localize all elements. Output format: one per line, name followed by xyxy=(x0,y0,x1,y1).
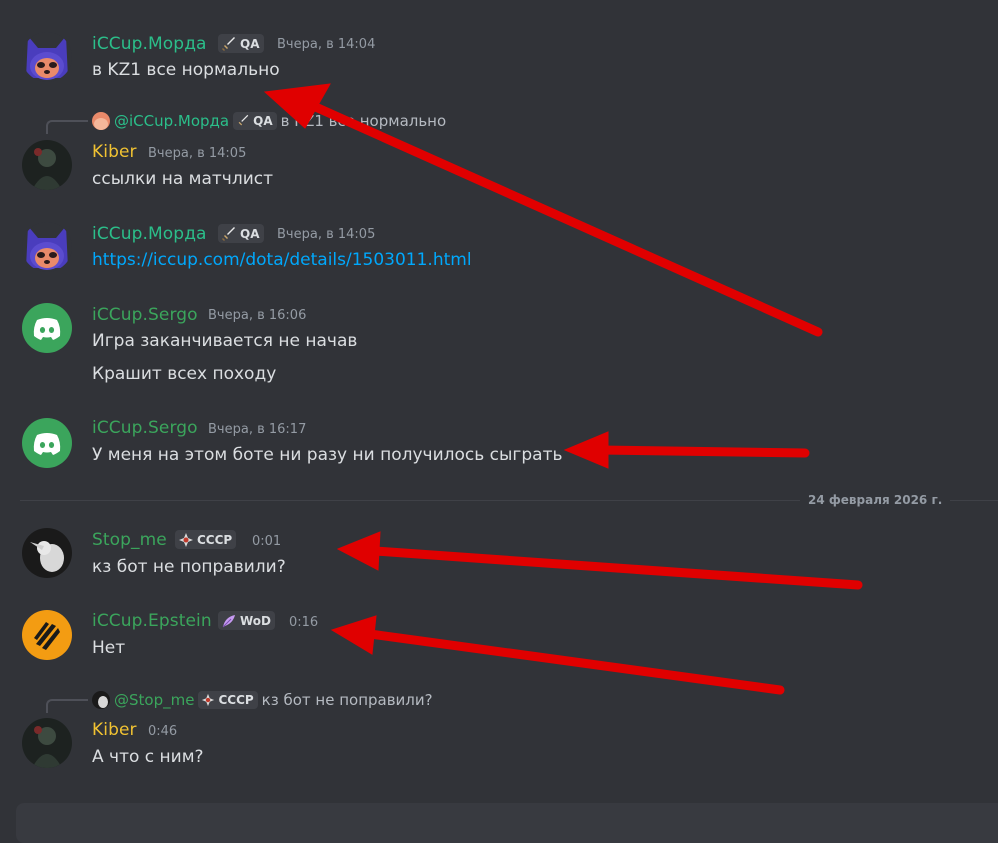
message-text: У меня на этом боте ни разу ни получилос… xyxy=(92,445,563,465)
feather-icon xyxy=(222,614,235,627)
annotation-arrow-head xyxy=(563,431,609,469)
author-name[interactable]: Stop_me xyxy=(92,530,167,550)
reply-avatar xyxy=(92,112,110,130)
reply-role-tag: QA xyxy=(233,112,277,130)
annotation-arrow-head xyxy=(336,531,381,571)
author-name[interactable]: Kiber xyxy=(92,720,137,740)
reply-role-tag: СССР xyxy=(198,691,258,709)
date-divider-label: 24 февраля 2026 г. xyxy=(800,493,951,507)
timestamp: Вчера, в 14:05 xyxy=(277,227,376,242)
message-link[interactable]: https://iccup.com/dota/details/1503011.h… xyxy=(92,250,472,270)
reply-text: в KZ1 все нормально xyxy=(280,112,447,130)
avatar-raccoon[interactable] xyxy=(22,32,72,82)
timestamp: 0:46 xyxy=(148,724,178,739)
annotation-arrow xyxy=(595,445,810,458)
role-tag-label: WoD xyxy=(240,613,272,628)
star-emblem-icon xyxy=(202,693,215,707)
message-text: ссылки на матчлист xyxy=(92,169,273,189)
raccoon-icon xyxy=(22,222,72,272)
avatar-raccoon[interactable] xyxy=(22,222,72,272)
message-text: Нет xyxy=(92,638,126,658)
message-text: А что с ним? xyxy=(92,747,204,767)
reply-preview[interactable]: @Stop_me СССР кз бот не поправили? xyxy=(92,691,433,709)
reply-author[interactable]: @Stop_me xyxy=(114,691,194,709)
reply-text: кз бот не поправили? xyxy=(261,691,433,709)
reply-avatar xyxy=(92,691,110,709)
timestamp: Вчера, в 14:05 xyxy=(148,146,247,161)
avatar-kiber[interactable] xyxy=(22,140,72,190)
annotation-arrow xyxy=(295,95,823,337)
role-tag[interactable]: QA xyxy=(218,224,264,243)
author-name[interactable]: iCCup.Epstein xyxy=(92,611,212,631)
author-name[interactable]: iCCup.Sergo xyxy=(92,418,198,438)
avatar-stop-me[interactable] xyxy=(22,528,72,578)
reply-role-tag-label: СССР xyxy=(218,693,254,707)
message-text: кз бот не поправили? xyxy=(92,557,286,577)
stripes-logo-icon xyxy=(34,622,60,650)
discord-logo-icon xyxy=(33,318,61,340)
author-name[interactable]: Kiber xyxy=(92,142,137,162)
role-tag[interactable]: СССР xyxy=(175,530,237,549)
message-text: Игра заканчивается не начав xyxy=(92,331,358,351)
dark-figure-icon xyxy=(22,140,72,190)
role-tag[interactable]: QA xyxy=(218,34,264,53)
reply-role-tag-label: QA xyxy=(253,114,273,128)
sword-icon xyxy=(222,226,235,241)
raccoon-icon xyxy=(22,32,72,82)
timestamp: Вчера, в 14:04 xyxy=(277,37,376,52)
role-tag-label: СССР xyxy=(197,532,233,547)
avatar-default[interactable] xyxy=(22,303,72,353)
annotation-arrow xyxy=(370,546,863,590)
role-tag-label: QA xyxy=(240,226,260,241)
author-name[interactable]: iCCup.Морда xyxy=(92,224,207,244)
author-name[interactable]: iCCup.Морда xyxy=(92,34,207,54)
annotation-arrow-head xyxy=(330,615,377,655)
cat-photo-icon xyxy=(22,528,72,578)
timestamp: Вчера, в 16:17 xyxy=(208,422,307,437)
author-name[interactable]: iCCup.Sergo xyxy=(92,305,198,325)
reply-preview[interactable]: @iCCup.Морда QA в KZ1 все нормально xyxy=(92,112,446,130)
reply-author[interactable]: @iCCup.Морда xyxy=(114,112,229,130)
message-text: Крашит всех походу xyxy=(92,364,277,384)
timestamp: 0:01 xyxy=(252,534,282,549)
avatar-epstein[interactable] xyxy=(22,610,72,660)
message-input[interactable] xyxy=(16,803,998,843)
sword-icon xyxy=(238,114,249,126)
timestamp: 0:16 xyxy=(289,615,319,630)
role-tag-label: QA xyxy=(240,36,260,51)
avatar-kiber[interactable] xyxy=(22,718,72,768)
reply-connector xyxy=(46,699,88,713)
star-emblem-icon xyxy=(179,532,193,547)
dark-figure-icon xyxy=(22,718,72,768)
avatar-default[interactable] xyxy=(22,418,72,468)
timestamp: Вчера, в 16:06 xyxy=(208,308,307,323)
message-text: в KZ1 все нормально xyxy=(92,60,280,80)
annotation-arrow xyxy=(365,629,785,695)
reply-connector xyxy=(46,120,88,134)
discord-logo-icon xyxy=(33,433,61,455)
sword-icon xyxy=(222,36,235,51)
role-tag[interactable]: WoD xyxy=(218,611,276,630)
